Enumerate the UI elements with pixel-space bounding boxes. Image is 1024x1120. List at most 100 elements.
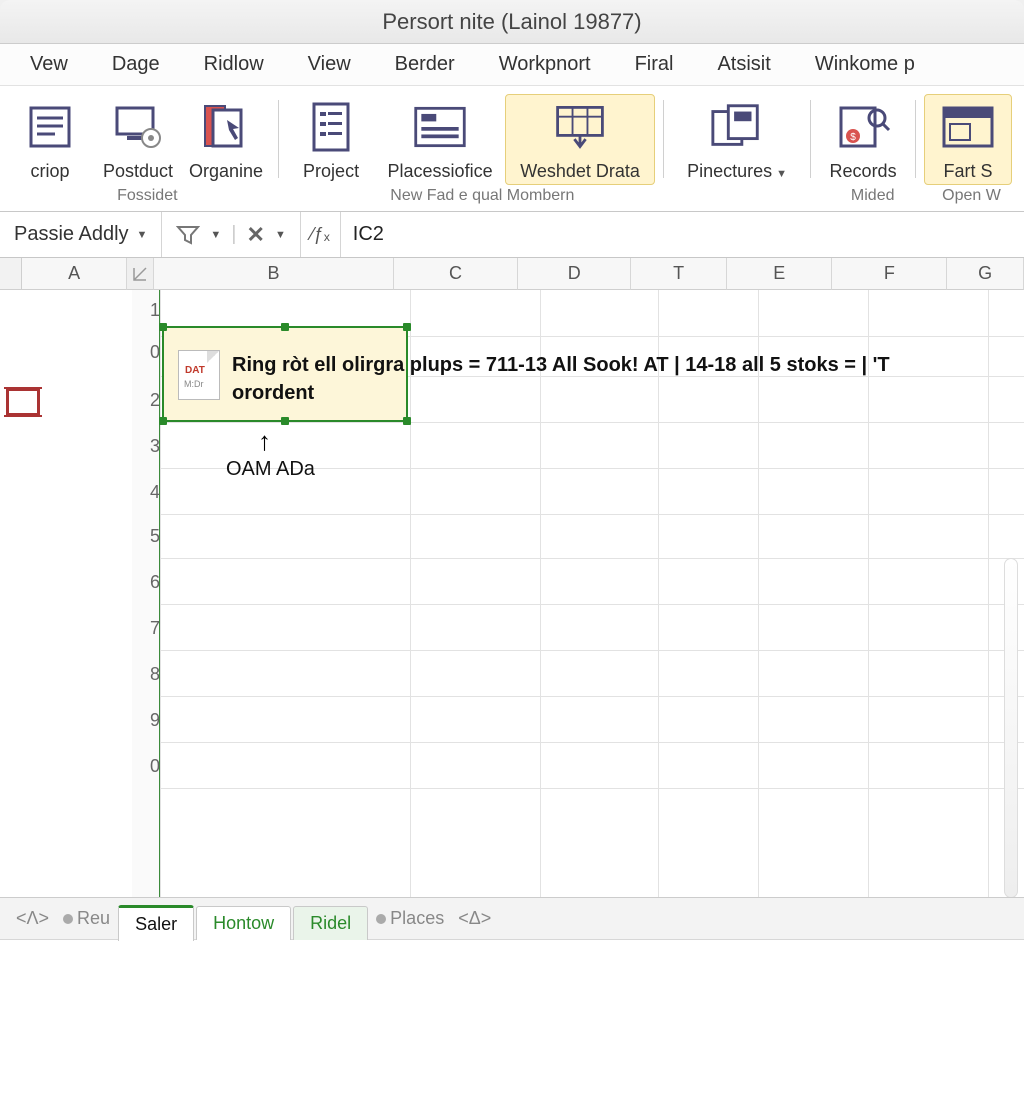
list-document-icon xyxy=(303,99,359,155)
embedded-file-icon[interactable]: DAT M:Dr xyxy=(178,350,220,400)
cell-text-line1: Ring ròt ell olirgra plups = 711-13 All … xyxy=(232,354,890,377)
row-num: 3 xyxy=(132,436,160,457)
ribbon-group-blank xyxy=(676,187,820,205)
records-search-icon: $ xyxy=(835,99,891,155)
col-E[interactable]: E xyxy=(727,258,832,290)
ribbon-group-newfad: New Fad e qual Mombern xyxy=(289,187,676,205)
window-titlebar: Persort nite (Lainol 19877) xyxy=(0,0,1024,44)
ribbon-separator xyxy=(810,100,811,178)
menu-atsisit[interactable]: Atsisit xyxy=(717,53,770,76)
spreadsheet-grid[interactable]: A B C D T E F G 1 0 2 3 4 xyxy=(0,258,1024,898)
name-box-value: Passie Addly xyxy=(14,223,129,246)
cancel-icon[interactable]: ✕ xyxy=(247,222,265,248)
ribbon-fartso-button[interactable]: Fart S xyxy=(924,94,1012,185)
column-headers: A B C D T E F G xyxy=(22,258,1024,290)
row-num: 5 xyxy=(132,526,160,547)
ribbon-placessiofice-label: Placessiofice xyxy=(388,161,493,182)
sheet-tab-bar: <Λ> Reu Saler Hontow Ridel Places <Δ> xyxy=(0,898,1024,940)
ribbon-organine-label: Organine xyxy=(189,161,263,182)
tab-hontow[interactable]: Hontow xyxy=(196,906,291,940)
vertical-scrollbar[interactable] xyxy=(1004,558,1018,898)
ribbon-organine-button[interactable]: Organine xyxy=(182,94,270,185)
select-all-corner[interactable] xyxy=(0,258,22,290)
col-A[interactable]: A xyxy=(22,258,127,290)
ribbon-project-button[interactable]: Project xyxy=(287,94,375,185)
row-num: 0 xyxy=(132,342,160,363)
ribbon-separator xyxy=(278,100,279,178)
lower-blank-area xyxy=(0,940,1024,1120)
tab-places[interactable]: Places xyxy=(370,908,450,929)
ribbon-placessiofice-button[interactable]: Placessiofice xyxy=(375,94,505,185)
document-lines-icon xyxy=(22,99,78,155)
menu-ridlow[interactable]: Ridlow xyxy=(204,53,264,76)
ribbon-pinectures-label: Pinectures▼ xyxy=(687,161,787,182)
tab-saler[interactable]: Saler xyxy=(118,905,194,941)
svg-text:$: $ xyxy=(850,132,856,143)
ribbon-separator xyxy=(915,100,916,178)
annotation-arrow-icon: ↑ xyxy=(258,426,271,457)
window-panel-icon xyxy=(940,99,996,155)
row-num: 0 xyxy=(132,756,160,777)
formula-tar-tools: ▼ | ✕ ▼ xyxy=(162,212,300,257)
ribbon-scriop-button[interactable]: criop xyxy=(6,94,94,185)
row-marker-icon xyxy=(6,388,40,416)
col-T[interactable]: T xyxy=(631,258,727,290)
ribbon-postduct-label: Postduct xyxy=(103,161,173,182)
filter-icon[interactable] xyxy=(176,225,200,245)
annotation-label: OAM ADa xyxy=(226,458,315,481)
ribbon-group-mided: Mided xyxy=(820,187,925,205)
ribbon-weshdet-label: Weshdet Drata xyxy=(520,161,640,182)
ribbon-separator xyxy=(663,100,664,178)
row-num: 4 xyxy=(132,482,160,503)
col-gutter[interactable] xyxy=(127,258,154,290)
chevron-down-icon: ▼ xyxy=(776,168,787,180)
chevron-down-icon: ▼ xyxy=(137,229,148,241)
formula-input[interactable]: IC2 xyxy=(341,223,1024,246)
cell-text-line2: orordent xyxy=(232,382,314,405)
data-grid-download-icon xyxy=(552,99,608,155)
col-C[interactable]: C xyxy=(394,258,519,290)
menu-firal[interactable]: Firal xyxy=(635,53,674,76)
ribbon-records-button[interactable]: $ Records xyxy=(819,94,907,185)
menu-bar: Vew Dage Ridlow View Berder Workpnort Fi… xyxy=(0,44,1024,86)
menu-dage[interactable]: Dage xyxy=(112,53,160,76)
chevron-down-icon[interactable]: ▼ xyxy=(275,229,286,241)
chevron-down-icon[interactable]: ▼ xyxy=(210,229,221,241)
ribbon-group-openw: Open W xyxy=(925,187,1018,205)
ribbon-fartso-label: Fart S xyxy=(944,161,993,182)
tab-ridel[interactable]: Ridel xyxy=(293,906,368,940)
menu-berder[interactable]: Berder xyxy=(395,53,455,76)
ribbon-scriop-label: criop xyxy=(30,161,69,182)
tab-dot-icon xyxy=(63,914,73,924)
file-ext-label: DAT xyxy=(185,365,205,376)
monitor-gear-icon xyxy=(110,99,166,155)
fx-icon[interactable]: ⁄ƒₓ xyxy=(301,212,341,257)
ribbon-pinectures-button[interactable]: Pinectures▼ xyxy=(672,94,802,185)
row-num: 6 xyxy=(132,572,160,593)
row-number-gutter xyxy=(132,290,160,897)
card-layout-icon xyxy=(412,99,468,155)
file-sub-label: M:Dr xyxy=(184,379,204,389)
col-D[interactable]: D xyxy=(518,258,631,290)
gallery-stack-icon xyxy=(709,99,765,155)
tab-dot-icon xyxy=(376,914,386,924)
ribbon-postduct-button[interactable]: Postduct xyxy=(94,94,182,185)
menu-workpnort[interactable]: Workpnort xyxy=(499,53,591,76)
menu-vew[interactable]: Vew xyxy=(30,53,68,76)
ribbon-group-labels: Fossidet New Fad e qual Mombern Mided Op… xyxy=(0,185,1024,211)
tab-nav-next[interactable]: <Δ> xyxy=(452,908,497,929)
col-F[interactable]: F xyxy=(832,258,947,290)
ribbon-group-fossidet: Fossidet xyxy=(6,187,289,205)
row-num: 9 xyxy=(132,710,160,731)
row-num: 1 xyxy=(132,300,160,321)
row-num: 2 xyxy=(132,390,160,411)
tab-reu[interactable]: Reu xyxy=(57,908,116,929)
ribbon-weshdet-button[interactable]: Weshdet Drata xyxy=(505,94,655,185)
menu-winkome[interactable]: Winkome p xyxy=(815,53,915,76)
tab-nav-prev[interactable]: <Λ> xyxy=(10,908,55,929)
menu-view[interactable]: View xyxy=(308,53,351,76)
col-G[interactable]: G xyxy=(947,258,1024,290)
name-box[interactable]: Passie Addly ▼ xyxy=(0,212,162,257)
col-B[interactable]: B xyxy=(154,258,393,290)
row-num: 7 xyxy=(132,618,160,639)
